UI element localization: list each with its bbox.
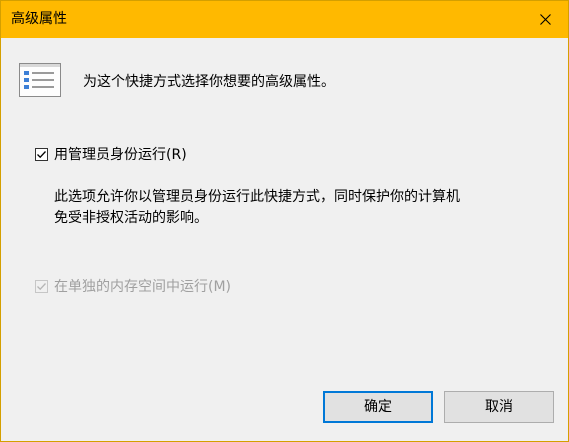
checkmark-icon <box>37 151 46 159</box>
window-title: 高级属性 <box>11 11 67 27</box>
separate-memory-checkbox <box>35 280 48 293</box>
run-as-admin-label[interactable]: 用管理员身份运行(R) <box>54 146 187 164</box>
title-bar[interactable]: 高级属性 <box>1 1 568 38</box>
close-icon <box>540 14 551 25</box>
separate-memory-label: 在单独的内存空间中运行(M) <box>54 279 232 295</box>
run-as-admin-description: 此选项允许你以管理员身份运行此快捷方式，同时保护你的计算机 免受非授权活动的影响… <box>54 187 524 229</box>
checkmark-icon <box>37 283 46 291</box>
properties-list-icon <box>19 63 61 97</box>
run-as-admin-checkbox[interactable] <box>35 148 48 161</box>
cancel-button[interactable]: 取消 <box>444 391 554 423</box>
description-line-2: 免受非授权活动的影响。 <box>54 210 208 226</box>
advanced-properties-dialog: 高级属性 为这个快捷方式选择你想要的高级属性。 用管理员身份运行(R) 此选项允… <box>0 0 569 442</box>
close-button[interactable] <box>523 1 568 38</box>
header-instruction: 为这个快捷方式选择你想要的高级属性。 <box>83 74 335 90</box>
ok-button[interactable]: 确定 <box>323 391 433 423</box>
description-line-1: 此选项允许你以管理员身份运行此快捷方式，同时保护你的计算机 <box>54 189 460 205</box>
